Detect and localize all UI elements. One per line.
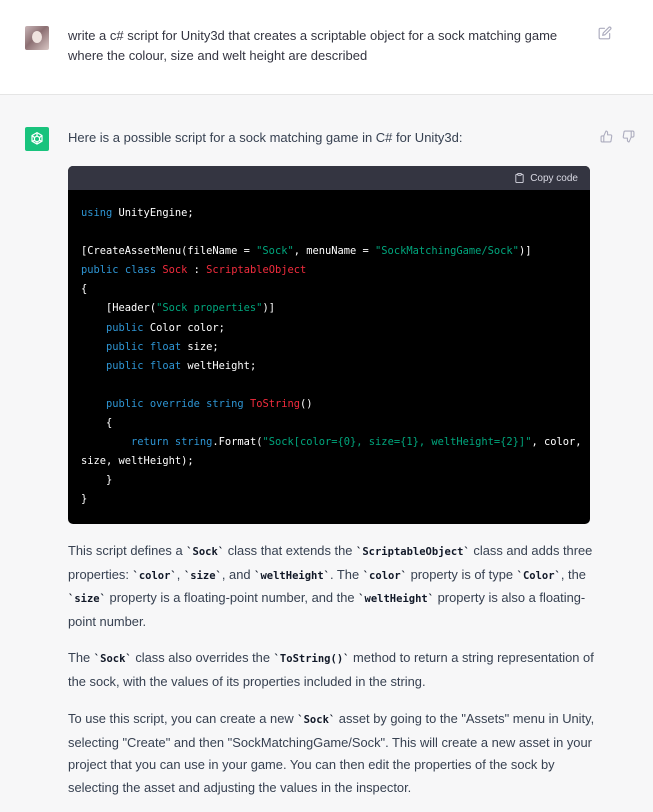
text: property is of type bbox=[407, 566, 517, 582]
paragraph-1: This script defines a `Sock` class that … bbox=[68, 540, 598, 633]
text: The bbox=[68, 650, 94, 665]
user-message-row: write a c# script for Unity3d that creat… bbox=[0, 0, 653, 95]
user-avatar bbox=[25, 26, 49, 50]
inline-code: `weltHeight` bbox=[254, 569, 330, 582]
code-line: { bbox=[81, 417, 113, 430]
inline-code: `color` bbox=[132, 569, 177, 582]
code-line: { bbox=[81, 283, 88, 296]
code-line: } bbox=[81, 474, 113, 487]
thumbs-up-icon[interactable] bbox=[600, 130, 613, 143]
paragraph-2: The `Sock` class also overrides the `ToS… bbox=[68, 647, 598, 693]
code-line: public Color color; bbox=[106, 321, 225, 334]
text: . The bbox=[330, 566, 363, 582]
code-line: public float weltHeight; bbox=[106, 359, 257, 372]
text: property is a floating-point number, and… bbox=[105, 590, 359, 605]
text: class that extends the bbox=[224, 543, 357, 558]
code-line: [CreateAssetMenu(fileName = "Sock", menu… bbox=[81, 245, 532, 258]
inline-code: `color` bbox=[362, 569, 407, 582]
text: , and bbox=[221, 566, 255, 582]
code-line: [Header("Sock properties")] bbox=[81, 302, 275, 315]
code-line: public float size; bbox=[106, 340, 219, 353]
chatgpt-logo-icon bbox=[25, 127, 49, 151]
code-line: public class Sock : ScriptableObject bbox=[81, 264, 307, 277]
thumbs-down-icon[interactable] bbox=[622, 130, 635, 143]
inline-code: `Color` bbox=[516, 569, 561, 582]
text: This script defines a bbox=[68, 543, 187, 558]
edit-icon[interactable] bbox=[598, 26, 612, 40]
text: To use this script, you can create a new bbox=[68, 711, 298, 726]
copy-code-button[interactable]: Copy code bbox=[514, 166, 578, 190]
code-block-header: Copy code bbox=[68, 166, 590, 190]
code-line: size, weltHeight); bbox=[81, 455, 194, 468]
user-message-text: write a c# script for Unity3d that creat… bbox=[68, 28, 558, 63]
assistant-message-row: Here is a possible script for a sock mat… bbox=[0, 95, 653, 812]
code-line: public override string ToString() bbox=[106, 397, 313, 410]
inline-code: `ToString()` bbox=[273, 653, 350, 665]
inline-code: `weltHeight` bbox=[358, 593, 435, 605]
inline-code: `Sock` bbox=[186, 546, 225, 558]
inline-code: `size` bbox=[183, 569, 222, 582]
inline-code: `ScriptableObject` bbox=[356, 546, 470, 558]
assistant-intro-text: Here is a possible script for a sock mat… bbox=[68, 130, 463, 145]
inline-code: `Sock` bbox=[297, 714, 336, 726]
code-line: } bbox=[81, 493, 88, 506]
inline-code: `Sock` bbox=[93, 653, 132, 665]
code-block: Copy code using UnityEngine; [CreateAsse… bbox=[68, 166, 590, 524]
inline-code: `size` bbox=[68, 593, 106, 605]
text: , the bbox=[560, 566, 586, 582]
code-line: using UnityEngine; bbox=[81, 207, 194, 219]
code-content: using UnityEngine; [CreateAssetMenu(file… bbox=[68, 190, 590, 510]
text: , bbox=[176, 566, 184, 582]
clipboard-icon bbox=[515, 172, 524, 184]
copy-code-label: Copy code bbox=[530, 172, 578, 184]
code-line: return string.Format("Sock[color={0}, si… bbox=[131, 436, 582, 449]
paragraph-3: To use this script, you can create a new… bbox=[68, 708, 598, 799]
text: class also overrides the bbox=[131, 650, 274, 665]
